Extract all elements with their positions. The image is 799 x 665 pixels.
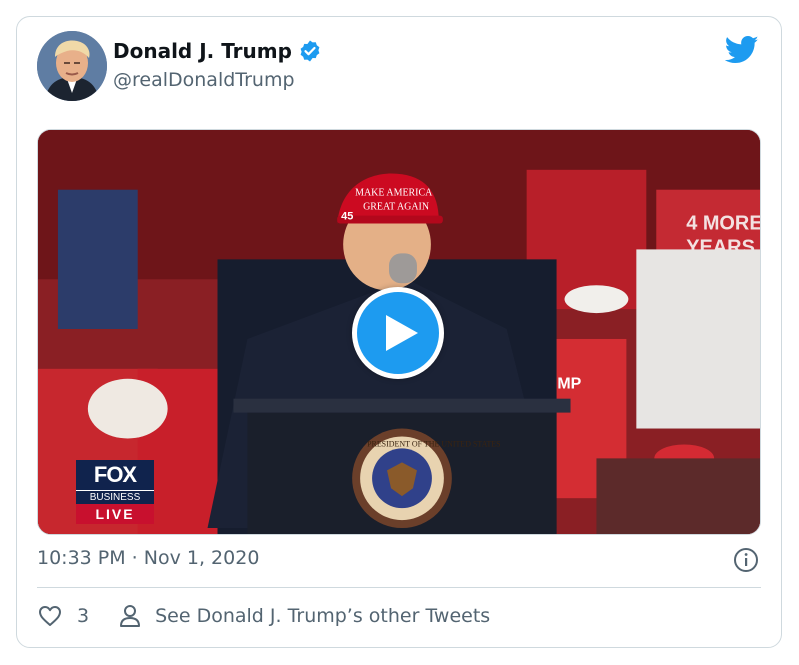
hat-text-line2: GREAT AGAIN xyxy=(363,202,429,213)
verified-badge-icon xyxy=(300,40,320,62)
hat-text-line1: MAKE AMERICA xyxy=(355,188,433,199)
handle[interactable]: @realDonaldTrump xyxy=(113,69,322,91)
avatar-image xyxy=(37,31,107,101)
hat-side-number: 45 xyxy=(341,211,353,223)
twitter-bird-icon[interactable] xyxy=(725,35,759,65)
author-block[interactable]: Donald J. Trump @realDonaldTrump xyxy=(113,39,322,91)
see-other-tweets-label: See Donald J. Trump’s other Tweets xyxy=(155,605,491,627)
like-count: 3 xyxy=(77,605,90,627)
tweet-timestamp[interactable]: 10:33 PM · Nov 1, 2020 xyxy=(37,547,259,569)
heart-icon xyxy=(39,606,61,626)
play-button[interactable] xyxy=(352,287,444,379)
sign-text-line1: 4 MORE xyxy=(686,213,760,235)
person-icon xyxy=(120,605,141,627)
display-name[interactable]: Donald J. Trump xyxy=(113,39,292,63)
seal-text: PRESIDENT OF THE UNITED STATES xyxy=(367,439,501,448)
video-player[interactable]: 4 MORE YEARS TRUMP MAKE AMERICA GREAT AG… xyxy=(37,129,761,535)
info-icon[interactable] xyxy=(733,547,759,573)
fox-business-live-badge: FOX BUSINESS LIVE xyxy=(76,460,154,524)
like-button[interactable]: 3 xyxy=(37,603,89,629)
see-other-tweets-link[interactable]: See Donald J. Trump’s other Tweets xyxy=(117,603,490,629)
avatar[interactable] xyxy=(37,31,107,101)
fox-badge-live: LIVE xyxy=(76,504,154,524)
tweet-actions: 3 See Donald J. Trump’s other Tweets xyxy=(37,603,490,629)
fox-badge-top: FOX xyxy=(76,460,154,490)
divider xyxy=(37,587,761,588)
fox-badge-middle: BUSINESS xyxy=(76,490,154,504)
play-icon xyxy=(386,315,418,351)
embedded-tweet-card[interactable]: Donald J. Trump @realDonaldTrump 4 MORE … xyxy=(16,16,782,648)
